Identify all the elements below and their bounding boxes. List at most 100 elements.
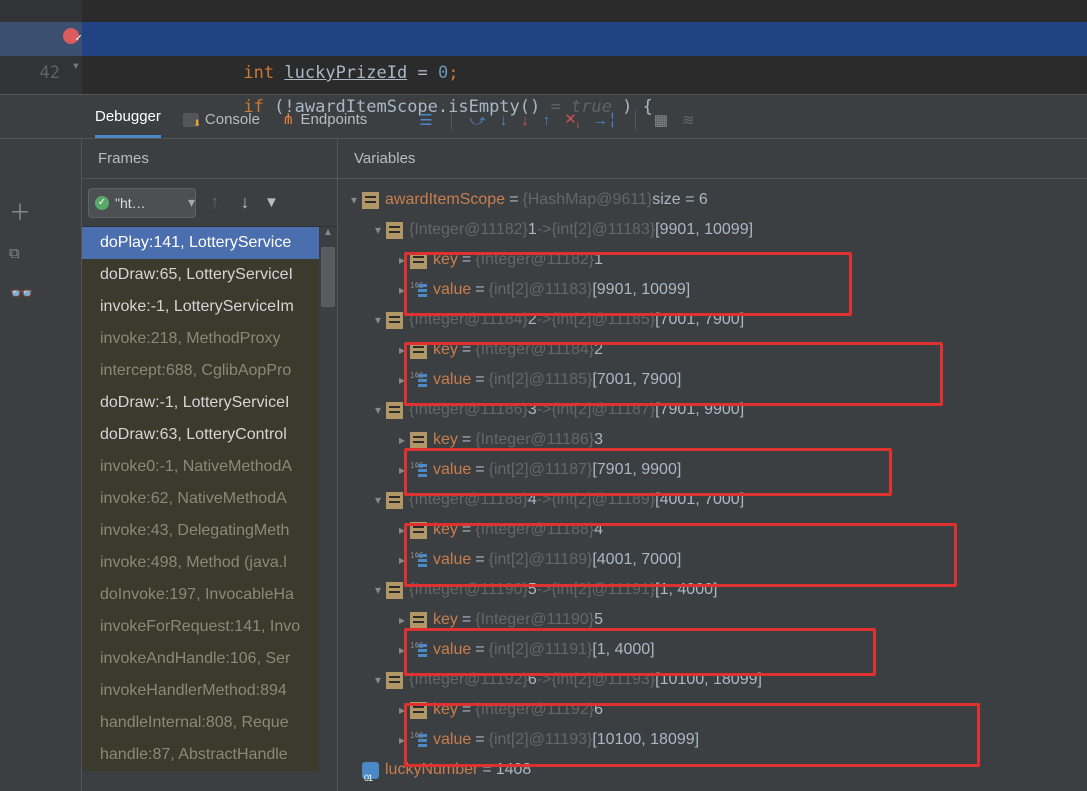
number-literal: 0	[438, 63, 448, 83]
tree-toggle-icon[interactable]: ▾	[370, 395, 386, 425]
scroll-up-icon[interactable]: ▲	[319, 227, 337, 245]
stack-frame[interactable]: invokeAndHandle:106, Ser	[82, 643, 337, 675]
variables-column: Variables ▾awardItemScope = {HashMap@961…	[338, 139, 1087, 791]
array-icon	[410, 552, 427, 569]
var-node[interactable]: ▾{Integer@11190} 5 -> {int[2]@11191} [1,…	[346, 575, 1079, 605]
inline-hint: = true	[540, 97, 622, 117]
prev-frame-icon[interactable]: ↑	[204, 192, 226, 213]
frames-list[interactable]: ▲ doPlay:141, LotteryServicedoDraw:65, L…	[82, 227, 337, 791]
tree-toggle-icon[interactable]: ▸	[394, 335, 410, 365]
var-node[interactable]: ▸value = {int[2]@11185} [7001, 7900]	[346, 365, 1079, 395]
tree-toggle-icon[interactable]: ▾	[370, 305, 386, 335]
breakpoint-icon[interactable]	[63, 28, 79, 44]
tree-toggle-icon[interactable]: ▾	[370, 575, 386, 605]
code-lines[interactable]: int luckyPrizeId = 0; if (!awardItemScop…	[82, 0, 1087, 90]
stack-frame[interactable]: doDraw:63, LotteryControl	[82, 419, 337, 451]
tree-toggle-icon[interactable]: ▸	[394, 365, 410, 395]
object-icon	[386, 222, 403, 239]
tree-toggle-icon[interactable]: ▸	[394, 725, 410, 755]
scrollbar[interactable]: ▲	[319, 227, 337, 791]
stack-frame[interactable]: invoke:-1, LotteryServiceIm	[82, 291, 337, 323]
add-icon[interactable]: ＋	[9, 195, 31, 227]
object-icon	[410, 702, 427, 719]
var-node[interactable]: ▸value = {int[2]@11189} [4001, 7000]	[346, 545, 1079, 575]
stack-frame[interactable]: invoke:218, MethodProxy	[82, 323, 337, 355]
chevron-down-icon: ▾	[188, 194, 195, 211]
stack-frame[interactable]: handle:87, AbstractHandle	[82, 739, 337, 771]
tree-toggle-icon[interactable]: ▸	[394, 275, 410, 305]
var-node[interactable]: ▸value = {int[2]@11191} [1, 4000]	[346, 635, 1079, 665]
keyword: if	[243, 97, 263, 117]
array-icon	[410, 372, 427, 389]
object-icon	[410, 612, 427, 629]
frames-column: Frames ✓ "ht… ▾ ↑ ↓ ▼ ▲ doPlay:141, Lott…	[82, 139, 338, 791]
var-node[interactable]: ▾awardItemScope = {HashMap@9611} size = …	[346, 185, 1079, 215]
copy-icon[interactable]: ⧉	[9, 245, 31, 263]
tree-toggle-icon[interactable]: ▸	[394, 455, 410, 485]
var-node[interactable]: ▸key = {Integer@11192} 6	[346, 695, 1079, 725]
tree-toggle-icon[interactable]: ▾	[370, 485, 386, 515]
object-icon	[410, 342, 427, 359]
tree-toggle-icon[interactable]: ▸	[394, 695, 410, 725]
object-icon	[386, 672, 403, 689]
var-node[interactable]: ▾{Integer@11186} 3 -> {int[2]@11187} [79…	[346, 395, 1079, 425]
method-fold-icon[interactable]: ▾	[72, 58, 80, 74]
var-node[interactable]: ▾{Integer@11184} 2 -> {int[2]@11185} [70…	[346, 305, 1079, 335]
stack-frame[interactable]: invokeHandlerMethod:894	[82, 675, 337, 707]
object-icon	[410, 252, 427, 269]
var-node[interactable]: ▾{Integer@11188} 4 -> {int[2]@11189} [40…	[346, 485, 1079, 515]
glasses-icon[interactable]: 👓	[9, 281, 31, 299]
var-node[interactable]: ▸key = {Integer@11184} 2	[346, 335, 1079, 365]
var-node[interactable]: ▸key = {Integer@11188} 4	[346, 515, 1079, 545]
var-node[interactable]: ▾{Integer@11182} 1 -> {int[2]@11183} [99…	[346, 215, 1079, 245]
var-node[interactable]: ▸value = {int[2]@11187} [7901, 9900]	[346, 455, 1079, 485]
tree-toggle-icon[interactable]: ▸	[394, 515, 410, 545]
var-node[interactable]: ▸key = {Integer@11182} 1	[346, 245, 1079, 275]
identifier: luckyPrizeId	[284, 63, 407, 83]
filter-icon[interactable]: ▼	[264, 194, 279, 211]
stack-frame[interactable]: invoke:62, NativeMethodA	[82, 483, 337, 515]
thread-selector[interactable]: ✓ "ht… ▾	[88, 188, 196, 218]
var-node[interactable]: luckyNumber = 1408	[346, 755, 1079, 785]
stack-frame[interactable]: doPlay:141, LotteryService	[82, 227, 337, 259]
scroll-thumb[interactable]	[321, 247, 335, 307]
object-icon	[386, 582, 403, 599]
code-editor: 41 42 ▾ int luckyPrizeId = 0; if (!award…	[0, 0, 1087, 95]
object-icon	[386, 312, 403, 329]
tree-toggle-icon[interactable]: ▸	[394, 245, 410, 275]
stack-frame[interactable]: invoke:43, DelegatingMeth	[82, 515, 337, 547]
array-icon	[410, 462, 427, 479]
stack-frame[interactable]: invoke:498, Method (java.l	[82, 547, 337, 579]
var-name: awardItemScope	[385, 185, 505, 215]
var-node[interactable]: ▾{Integer@11192} 6 -> {int[2]@11193} [10…	[346, 665, 1079, 695]
stack-frame[interactable]: doInvoke:197, InvocableHa	[82, 579, 337, 611]
debug-panel: Debugger ⬇ Console ⋔ Endpoints ☰ ⤻ ↓ ↓ ↑…	[0, 95, 1087, 791]
tree-toggle-icon[interactable]: ▾	[370, 215, 386, 245]
next-frame-icon[interactable]: ↓	[234, 192, 256, 213]
variables-tree[interactable]: ▾awardItemScope = {HashMap@9611} size = …	[338, 179, 1087, 791]
var-node[interactable]: ▸key = {Integer@11190} 5	[346, 605, 1079, 635]
stack-frame[interactable]: doDraw:65, LotteryServiceI	[82, 259, 337, 291]
stack-frame[interactable]: intercept:688, CglibAopPro	[82, 355, 337, 387]
tab-debugger[interactable]: Debugger	[95, 108, 161, 138]
tree-toggle-icon[interactable]: ▸	[394, 635, 410, 665]
stack-frame[interactable]: doDraw:-1, LotteryServiceI	[82, 387, 337, 419]
tree-toggle-icon[interactable]: ▸	[394, 425, 410, 455]
var-node[interactable]: ▸key = {Integer@11186} 3	[346, 425, 1079, 455]
array-icon	[410, 642, 427, 659]
array-icon	[410, 732, 427, 749]
tree-toggle-icon[interactable]: ▸	[394, 605, 410, 635]
tree-toggle-icon[interactable]: ▾	[346, 185, 362, 215]
stack-frame[interactable]: invoke0:-1, NativeMethodA	[82, 451, 337, 483]
evaluate-icon[interactable]: ▦	[654, 111, 668, 129]
tree-toggle-icon[interactable]: ▸	[394, 545, 410, 575]
trace-icon[interactable]: ≋	[682, 111, 695, 129]
var-node[interactable]: ▸value = {int[2]@11183} [9901, 10099]	[346, 275, 1079, 305]
stack-frame[interactable]: handleInternal:808, Reque	[82, 707, 337, 739]
code-line	[82, 0, 1087, 22]
object-icon	[410, 522, 427, 539]
var-node[interactable]: ▸value = {int[2]@11193} [10100, 18099]	[346, 725, 1079, 755]
stack-frame[interactable]: invokeForRequest:141, Invo	[82, 611, 337, 643]
debug-body: ＋ ⧉ 👓 Frames ✓ "ht… ▾ ↑ ↓ ▼ ▲	[0, 139, 1087, 791]
tree-toggle-icon[interactable]: ▾	[370, 665, 386, 695]
